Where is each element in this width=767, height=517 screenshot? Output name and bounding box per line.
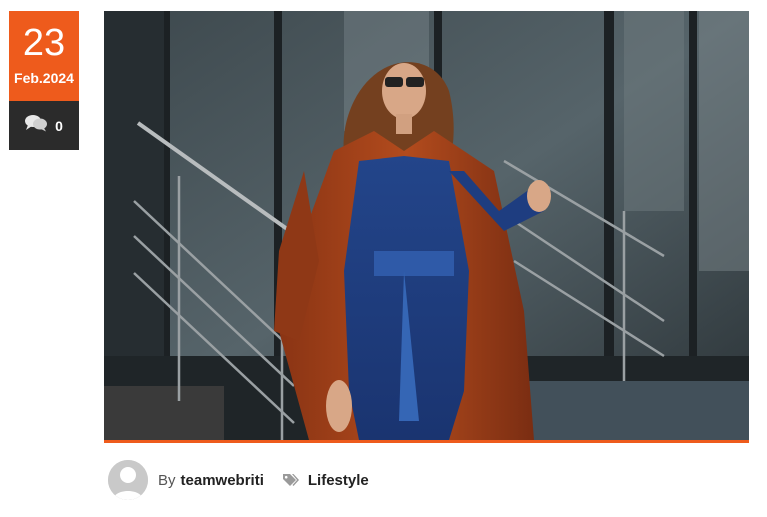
user-avatar-icon	[108, 460, 148, 500]
post-meta: By teamwebriti Lifestyle	[108, 460, 369, 500]
featured-image[interactable]	[104, 11, 749, 440]
author-avatar[interactable]	[108, 460, 148, 500]
tag-icon	[282, 473, 299, 487]
post-date-month: Feb.2024	[14, 70, 74, 86]
post-date-badge: 23 Feb.2024	[9, 11, 79, 101]
featured-image-accent-line	[104, 440, 749, 443]
comments-link[interactable]: 0	[9, 101, 79, 150]
author-link[interactable]: teamwebriti	[181, 472, 264, 489]
comments-icon	[25, 114, 48, 137]
author-prefix: By	[158, 471, 176, 489]
category-link[interactable]: Lifestyle	[308, 472, 369, 489]
comment-count: 0	[55, 117, 63, 134]
post-date-day: 23	[22, 22, 66, 64]
